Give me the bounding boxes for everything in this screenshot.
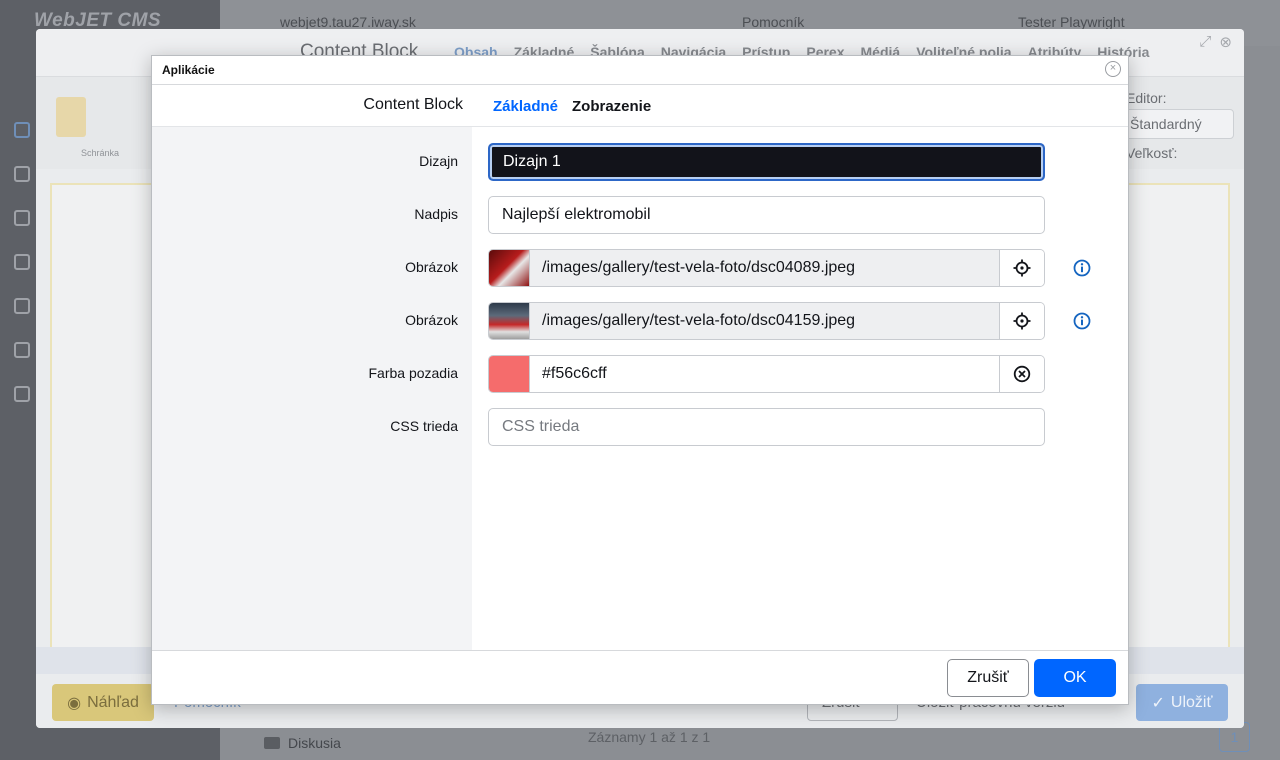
- layers-icon[interactable]: [14, 298, 30, 314]
- dialog-footer: Zrušiť OK: [152, 650, 1128, 704]
- crosshair-icon: [1013, 259, 1031, 277]
- tab-zakladne[interactable]: Základné: [493, 98, 558, 115]
- preview-label: Náhľad: [87, 693, 139, 711]
- cancel-button[interactable]: Zrušiť: [947, 659, 1029, 697]
- design-select[interactable]: Dizajn 1: [488, 143, 1045, 181]
- editor-window-controls: ⤢ ⊗: [1199, 33, 1232, 51]
- crosshair-icon: [1013, 312, 1031, 330]
- preview-button[interactable]: ◉ Náhľad: [52, 684, 154, 721]
- ok-button[interactable]: OK: [1034, 659, 1116, 697]
- bgcolor-label: Farba pozadia: [368, 365, 458, 381]
- records-info: Záznamy 1 až 1 z 1: [588, 729, 711, 745]
- clipboard-icon[interactable]: [56, 97, 86, 137]
- editor-type-select[interactable]: Štandardný: [1121, 109, 1234, 139]
- check-icon: ✓: [1151, 694, 1165, 712]
- image1-row: Obrázok /images/gallery/test-vela-foto/d…: [152, 249, 1128, 287]
- color-swatch[interactable]: [489, 356, 529, 392]
- bgcolor-input[interactable]: #f56c6cff: [529, 356, 999, 392]
- copy-icon[interactable]: [14, 166, 30, 182]
- image2-path-input[interactable]: /images/gallery/test-vela-foto/dsc04159.…: [529, 303, 999, 339]
- dialog-title: Content Block: [363, 96, 463, 113]
- css-class-input[interactable]: CSS trieda: [488, 408, 1045, 446]
- maximize-icon[interactable]: ⤢: [1199, 33, 1211, 51]
- tab-zobrazenie[interactable]: Zobrazenie: [572, 98, 651, 115]
- eye-icon: ◉: [67, 694, 82, 712]
- clear-circle-icon: [1013, 365, 1031, 383]
- save-label: Uložiť: [1170, 693, 1213, 711]
- image2-field: /images/gallery/test-vela-foto/dsc04159.…: [488, 302, 1045, 340]
- image1-label: Obrázok: [405, 259, 458, 275]
- heading-row: Nadpis Najlepší elektromobil: [152, 196, 1128, 234]
- dialog-header-title: Aplikácie: [162, 63, 215, 77]
- domain-label[interactable]: webjet9.tau27.iway.sk: [280, 14, 416, 30]
- design-label: Dizajn: [419, 153, 458, 169]
- database-icon[interactable]: [14, 386, 30, 402]
- design-row: Dizajn Dizajn 1: [152, 143, 1128, 181]
- image1-select-button[interactable]: [999, 250, 1044, 286]
- dialog-header: Aplikácie ×: [152, 56, 1128, 85]
- pages-icon[interactable]: [14, 122, 30, 138]
- image2-row: Obrázok /images/gallery/test-vela-foto/d…: [152, 302, 1128, 340]
- folder-item[interactable]: Diskusia: [264, 735, 341, 751]
- info-icon[interactable]: [1073, 312, 1091, 330]
- bgcolor-field: #f56c6cff: [488, 355, 1045, 393]
- save-button[interactable]: ✓ Uložiť: [1136, 684, 1228, 721]
- heading-label: Nadpis: [414, 206, 458, 222]
- clipboard-label: Schránka: [81, 148, 120, 158]
- folder-icon: [264, 737, 280, 749]
- hash-icon[interactable]: [14, 342, 30, 358]
- image2-label: Obrázok: [405, 312, 458, 328]
- close-icon[interactable]: ×: [1105, 61, 1121, 77]
- document-icon[interactable]: [14, 210, 30, 226]
- image1-thumbnail: [489, 250, 529, 286]
- dialog-tabs-bar: Content Block Základné Zobrazenie: [152, 85, 1128, 127]
- heading-input[interactable]: Najlepší elektromobil: [488, 196, 1045, 234]
- folder-label: Diskusia: [288, 735, 341, 751]
- external-link-icon[interactable]: [14, 254, 30, 270]
- image1-path-input[interactable]: /images/gallery/test-vela-foto/dsc04089.…: [529, 250, 999, 286]
- close-icon[interactable]: ⊗: [1219, 33, 1232, 51]
- sidebar-icons: [14, 122, 34, 430]
- size-label: Veľkosť:: [1126, 145, 1178, 161]
- editor-type-label: Editor:: [1126, 90, 1167, 106]
- apps-dialog: Aplikácie × Content Block Základné Zobra…: [151, 55, 1129, 705]
- image1-field: /images/gallery/test-vela-foto/dsc04089.…: [488, 249, 1045, 287]
- css-row: CSS trieda CSS trieda: [152, 408, 1128, 446]
- help-link[interactable]: Pomocník: [742, 14, 804, 30]
- image2-thumbnail: [489, 303, 529, 339]
- image2-select-button[interactable]: [999, 303, 1044, 339]
- user-menu[interactable]: Tester Playwright: [1018, 14, 1125, 30]
- info-icon[interactable]: [1073, 259, 1091, 277]
- bgcolor-row: Farba pozadia #f56c6cff: [152, 355, 1128, 393]
- bgcolor-clear-button[interactable]: [999, 356, 1044, 392]
- css-label: CSS trieda: [390, 418, 458, 434]
